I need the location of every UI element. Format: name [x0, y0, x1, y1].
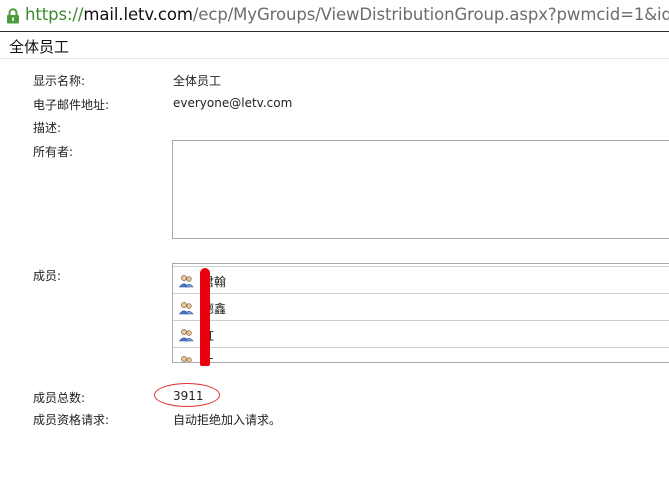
lock-icon [7, 8, 19, 24]
display-name-label: 显示名称: [33, 74, 86, 88]
email-value: everyone@letv.com [173, 96, 293, 110]
member-count-label: 成员总数: [33, 391, 86, 405]
url-path: /ecp/MyGroups/ViewDistributionGroup.aspx… [192, 5, 669, 24]
membership-request-value: 自动拒绝加入请求。 [173, 413, 282, 427]
member-row[interactable]: 德鑫 [173, 293, 669, 320]
members-label: 成员: [33, 269, 62, 283]
redaction-mark [200, 268, 210, 366]
url-scheme: https:// [25, 5, 84, 24]
owners-label: 所有者: [33, 145, 74, 159]
description-label: 描述: [33, 121, 62, 135]
display-name-value: 全体员工 [173, 74, 222, 88]
page-title: 全体员工 [9, 38, 70, 56]
email-label: 电子邮件地址: [33, 98, 110, 112]
member-row[interactable]: 君翰 [173, 266, 669, 293]
member-row[interactable]: 虹 [173, 320, 669, 347]
user-group-icon [178, 275, 194, 288]
url-text[interactable]: https://mail.letv.com/ecp/MyGroups/ViewD… [25, 5, 669, 24]
member-row[interactable]: 江 [173, 347, 669, 362]
user-group-icon [178, 329, 194, 342]
owners-list[interactable] [172, 140, 669, 239]
members-list[interactable]: 君翰 德鑫 虹 江 [172, 263, 669, 363]
user-group-icon [181, 356, 192, 362]
title-divider [0, 58, 669, 59]
address-bar[interactable]: https://mail.letv.com/ecp/MyGroups/ViewD… [0, 0, 669, 32]
url-host: mail.letv.com [83, 5, 193, 24]
user-group-icon [178, 302, 194, 315]
membership-request-label: 成员资格请求: [33, 413, 110, 427]
highlight-circle [154, 383, 220, 407]
